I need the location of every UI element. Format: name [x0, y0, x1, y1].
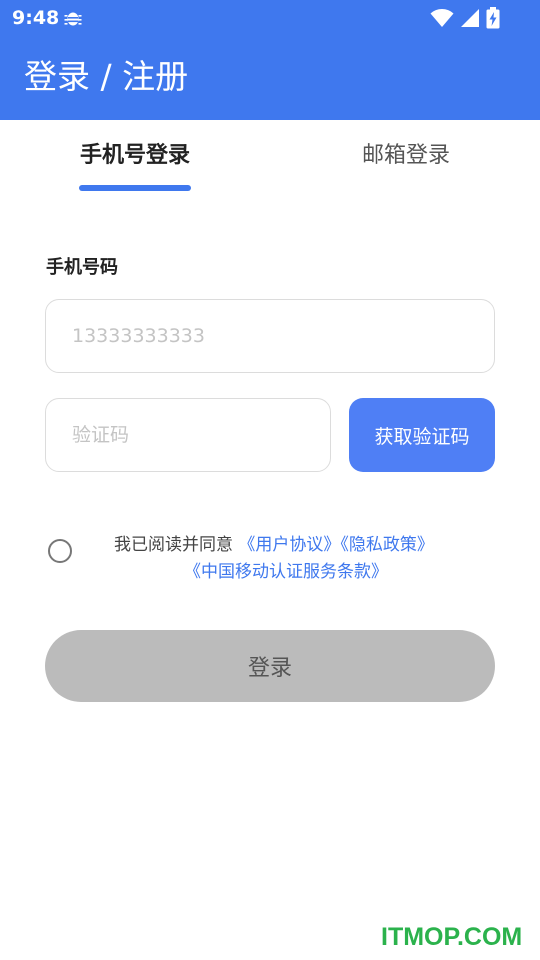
agreement-checkbox[interactable]: [48, 539, 72, 563]
agreement-text-line2: 《中国移动认证服务条款》: [184, 560, 388, 584]
watermark-logo: ITMOP.COM: [381, 923, 523, 951]
agreement-prefix: 我已阅读并同意: [114, 535, 233, 555]
privacy-policy-link[interactable]: 《隐私政策》: [340, 535, 434, 555]
app-header: 9:48 登录 / 注册: [0, 0, 540, 120]
page-title: 登录 / 注册: [24, 57, 189, 96]
agreement-text-line1: 我已阅读并同意 《用户协议》《隐私政策》: [114, 533, 434, 557]
phone-label: 手机号码: [46, 257, 118, 278]
status-bar: 9:48: [0, 0, 540, 36]
wifi-icon: [430, 9, 454, 27]
bug-icon: [64, 12, 82, 26]
signal-icon: [461, 9, 479, 27]
status-icons: [430, 7, 500, 29]
code-input-container: [45, 398, 331, 472]
user-agreement-link[interactable]: 《用户协议》: [238, 535, 340, 555]
cmcc-terms-link[interactable]: 《中国移动认证服务条款》: [184, 562, 388, 582]
battery-charging-icon: [486, 7, 500, 29]
phone-input-container: [45, 299, 495, 373]
login-button[interactable]: 登录: [45, 630, 495, 702]
verification-code-input[interactable]: [46, 399, 330, 471]
phone-input[interactable]: [46, 300, 494, 372]
status-time: 9:48: [12, 7, 60, 29]
active-tab-indicator: [79, 185, 191, 191]
tab-phone-login[interactable]: 手机号登录: [80, 140, 190, 176]
tab-email-login[interactable]: 邮箱登录: [362, 140, 450, 176]
get-code-button[interactable]: 获取验证码: [349, 398, 495, 472]
